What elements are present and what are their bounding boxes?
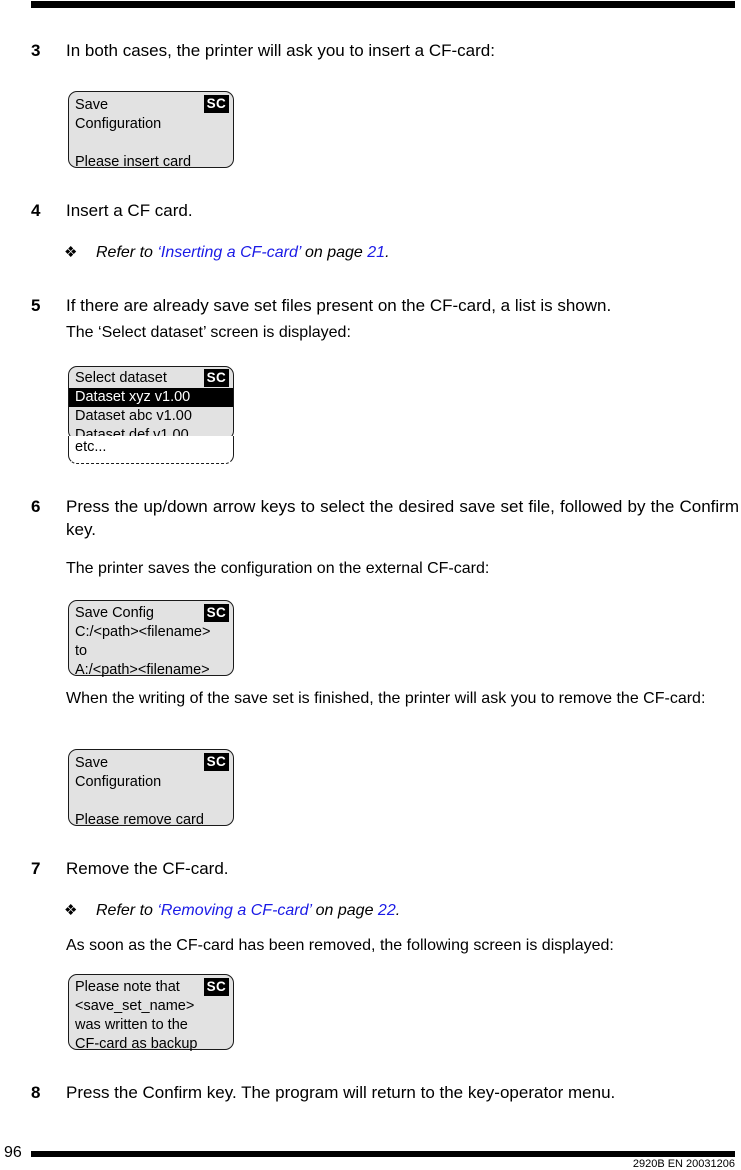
step-4-text: Insert a CF card. bbox=[66, 201, 193, 220]
page-number: 96 bbox=[4, 1144, 22, 1161]
step-5-number: 5 bbox=[31, 296, 41, 315]
lcd-screen-remove-card: SC Save Configuration Please remove card bbox=[68, 749, 234, 828]
page-reference-link[interactable]: 22 bbox=[378, 902, 396, 919]
lcd-screen-select-dataset-overflow: etc... bbox=[68, 436, 234, 464]
step-8-number: 8 bbox=[31, 1083, 41, 1102]
note-middle: on page bbox=[300, 244, 368, 261]
note-refer-inserting: ❖ Refer to ‘Inserting a CF-card’ on page… bbox=[0, 242, 741, 264]
step-6-subtext: The printer saves the configuration on t… bbox=[66, 560, 490, 577]
note-text: Refer to ‘Inserting a CF-card’ on page 2… bbox=[96, 242, 390, 264]
page-footer: 96 2920B EN 20031206 bbox=[0, 1136, 741, 1170]
lcd-list-item-more: etc... bbox=[75, 439, 107, 455]
step-5-subtext: The ‘Select dataset’ screen is displayed… bbox=[66, 324, 351, 341]
step-6-number: 6 bbox=[31, 497, 41, 516]
step-8-text: Press the Confirm key. The program will … bbox=[66, 1083, 616, 1102]
step-7-text: Remove the CF-card. bbox=[66, 859, 229, 878]
lcd-line: Please note that bbox=[75, 979, 180, 995]
step-3-text: In both cases, the printer will ask you … bbox=[66, 41, 495, 60]
note-suffix: . bbox=[395, 902, 401, 919]
lcd-line: <save_set_name> bbox=[75, 998, 195, 1014]
document-code: 2920B EN 20031206 bbox=[632, 1158, 735, 1170]
cross-reference-link[interactable]: ‘Inserting a CF-card’ bbox=[157, 244, 300, 261]
manual-page: 3 In both cases, the printer will ask yo… bbox=[0, 0, 741, 1170]
lcd-title: Select dataset bbox=[75, 370, 167, 386]
lcd-screen-select-dataset: SC Select dataset Dataset xyz v1.00 Data… bbox=[68, 366, 234, 443]
lcd-line: Configuration bbox=[75, 774, 162, 790]
page-reference-link[interactable]: 21 bbox=[367, 244, 385, 261]
note-refer-removing: ❖ Refer to ‘Removing a CF-card’ on page … bbox=[0, 900, 741, 922]
lcd-list-item-selected[interactable]: Dataset xyz v1.00 bbox=[69, 388, 233, 407]
lcd-line-blank bbox=[69, 792, 233, 811]
lcd-line: Configuration bbox=[75, 116, 162, 132]
lcd-line: Please remove card bbox=[75, 812, 204, 828]
lcd-line: Save Config bbox=[75, 605, 154, 621]
lcd-screen-save-config: SC Save Config C:/<path><filename> to A:… bbox=[68, 600, 234, 678]
lcd-line-blank bbox=[69, 134, 233, 153]
step-3-number: 3 bbox=[31, 41, 41, 60]
lcd-line: A:/<path><filename> bbox=[75, 662, 210, 678]
lcd-line: Save bbox=[75, 755, 109, 771]
header-rule bbox=[31, 1, 735, 8]
step-6-text: Press the up/down arrow keys to select t… bbox=[66, 497, 739, 539]
note-middle: on page bbox=[311, 902, 378, 919]
lcd-line: to bbox=[75, 643, 88, 659]
lcd-line: CF-card as backup bbox=[75, 1036, 198, 1052]
florette-bullet-icon: ❖ bbox=[64, 244, 78, 261]
step-7-subtext: As soon as the CF-card has been removed,… bbox=[66, 937, 614, 954]
lcd-line: C:/<path><filename> bbox=[75, 624, 211, 640]
step-5-text: If there are already save set files pres… bbox=[66, 296, 612, 315]
step-6-subtext-2: When the writing of the save set is fini… bbox=[66, 690, 706, 707]
lcd-list-item[interactable]: Dataset abc v1.00 bbox=[69, 407, 233, 426]
lcd-line: Save bbox=[75, 97, 109, 113]
cross-reference-link[interactable]: ‘Removing a CF-card’ bbox=[157, 902, 311, 919]
note-text: Refer to ‘Removing a CF-card’ on page 22… bbox=[96, 900, 400, 922]
step-4-number: 4 bbox=[31, 201, 41, 220]
note-prefix: Refer to bbox=[96, 902, 158, 919]
lcd-line: was written to the bbox=[75, 1017, 188, 1033]
footer-rule bbox=[31, 1151, 735, 1157]
note-suffix: . bbox=[385, 244, 390, 261]
lcd-screen-insert-card: SC Save Configuration Please insert card bbox=[68, 91, 234, 170]
lcd-screen-note-written: SC Please note that <save_set_name> was … bbox=[68, 974, 234, 1052]
step-7-number: 7 bbox=[31, 859, 41, 878]
note-prefix: Refer to bbox=[96, 244, 158, 261]
lcd-line: Please insert card bbox=[75, 154, 192, 170]
florette-bullet-icon: ❖ bbox=[64, 902, 78, 919]
